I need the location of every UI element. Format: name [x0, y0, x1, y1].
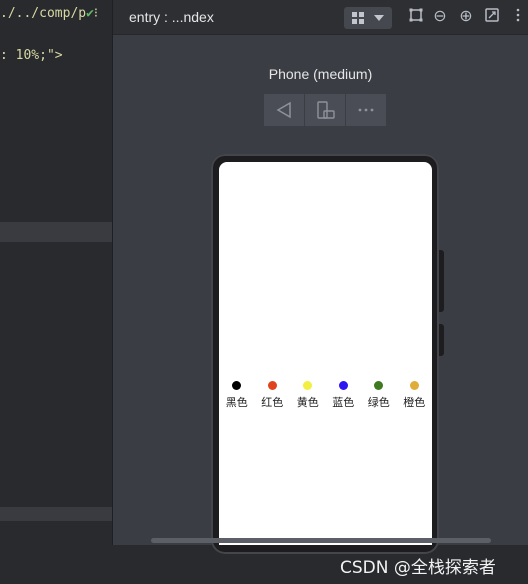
color-item[interactable]: 黄色	[290, 381, 326, 410]
device-icon	[317, 101, 335, 119]
more-icon[interactable]	[509, 8, 527, 26]
color-dot	[374, 381, 384, 390]
check-icon: ✔	[86, 6, 94, 21]
color-dot	[232, 381, 242, 390]
device-button[interactable]	[305, 94, 346, 126]
phone-side-button	[439, 324, 444, 356]
color-item[interactable]: 蓝色	[326, 381, 362, 410]
color-item[interactable]: 绿色	[361, 381, 397, 410]
highlighted-line	[0, 222, 112, 242]
code-line: : 10%;">	[0, 48, 63, 63]
layout-grid-icon	[352, 12, 364, 24]
device-name: Phone (medium)	[268, 66, 373, 82]
code-editor[interactable]: ./../comp/p✔⁝ : 10%;">	[0, 0, 113, 584]
previewer-title: entry : ...ndex	[129, 9, 214, 25]
dropdown-arrow-icon	[374, 15, 384, 21]
color-label: 黄色	[296, 396, 319, 409]
more-options-button[interactable]	[346, 94, 386, 126]
color-item[interactable]: 橙色	[397, 381, 433, 410]
more-icon	[358, 108, 374, 112]
color-dot	[267, 381, 277, 390]
color-label: 黑色	[225, 396, 248, 409]
highlighted-line	[0, 507, 112, 521]
watermark: CSDN @全栈探索者	[340, 558, 496, 578]
color-label: 橙色	[403, 396, 426, 409]
color-label: 绿色	[367, 396, 390, 409]
rotate-icon	[276, 101, 291, 119]
zoom-out-icon[interactable]: ⊖	[431, 8, 449, 26]
color-item[interactable]: 红色	[255, 381, 291, 410]
color-item[interactable]: 黑色	[219, 381, 255, 410]
color-label: 蓝色	[332, 396, 355, 409]
code-line: ./../comp/p✔⁝	[0, 6, 99, 21]
phone-screen[interactable]: 黑色 红色 黄色 蓝色 绿色 橙色	[219, 162, 432, 545]
device-toolbar	[264, 94, 386, 126]
crop-icon[interactable]	[407, 8, 425, 26]
color-list: 黑色 红色 黄色 蓝色 绿色 橙色	[219, 381, 432, 410]
zoom-in-icon[interactable]: ⊕	[457, 8, 475, 26]
layout-dropdown-button[interactable]	[344, 7, 392, 29]
fit-screen-icon[interactable]	[483, 8, 501, 26]
color-label: 红色	[261, 396, 284, 409]
previewer-panel: entry : ...ndex ⊖ ⊕ Phone (medium) 黑色 红色…	[113, 0, 528, 554]
color-dot	[409, 381, 419, 390]
rotate-button[interactable]	[264, 94, 305, 126]
color-dot	[303, 381, 313, 390]
color-dot	[338, 381, 348, 390]
horizontal-scrollbar[interactable]	[151, 538, 491, 543]
phone-side-button	[439, 250, 444, 312]
previewer-header: entry : ...ndex ⊖ ⊕	[113, 0, 528, 35]
